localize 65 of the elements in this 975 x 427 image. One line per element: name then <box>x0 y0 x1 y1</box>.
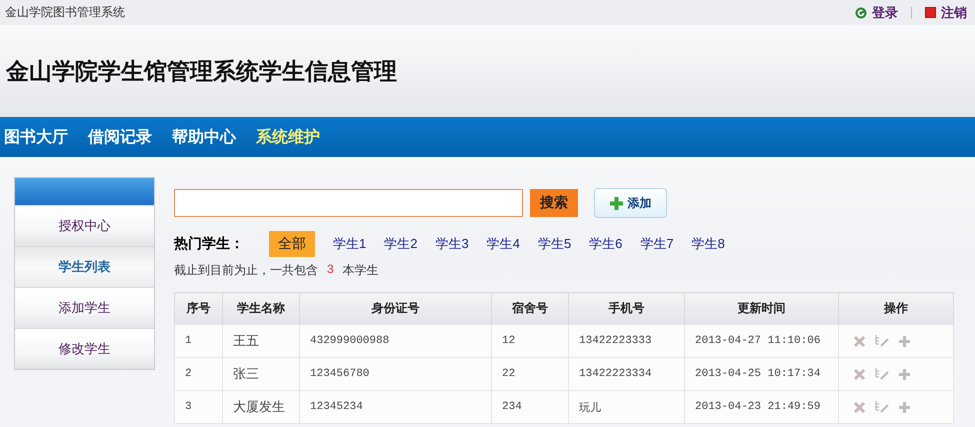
column-header: 更新时间 <box>684 292 838 324</box>
add-icon[interactable] <box>898 400 911 414</box>
edit-icon[interactable] <box>874 367 890 381</box>
plus-icon <box>610 196 622 210</box>
top-link[interactable]: 注销 <box>941 4 967 22</box>
column-header: 操作 <box>838 292 954 324</box>
delete-icon[interactable] <box>853 334 866 348</box>
stop-icon <box>925 7 936 18</box>
table-cell: 12345234 <box>300 390 492 424</box>
sidebar-item[interactable]: 添加学生 <box>15 287 154 328</box>
table-cell: 12 <box>492 324 568 358</box>
top-link[interactable]: 登录 <box>872 4 898 22</box>
add-icon[interactable] <box>898 334 911 348</box>
table-cell: 王五 <box>222 324 300 358</box>
filter-tag[interactable]: 学生3 <box>435 234 469 252</box>
column-header: 手机号 <box>568 292 684 324</box>
site-title: 金山学院图书管理系统 <box>5 4 125 21</box>
filter-tag[interactable]: 学生1 <box>333 234 366 252</box>
summary-text: 截止到目前为止，一共包含 <box>174 262 318 279</box>
delete-icon[interactable] <box>853 368 866 380</box>
table-cell: 2013-04-25 10:17:34 <box>684 358 838 390</box>
table-cell: 123456780 <box>300 358 492 390</box>
sidebar-item[interactable]: 授权中心 <box>15 205 154 246</box>
table-cell: 234 <box>492 390 568 424</box>
hot-label: 热门学生： <box>174 234 245 252</box>
edit-icon[interactable] <box>874 334 890 348</box>
table-cell: 玩儿 <box>568 390 684 424</box>
table-cell: 13422223333 <box>568 324 684 358</box>
table-cell: 3 <box>174 390 222 424</box>
summary-text: 本学生 <box>342 262 379 279</box>
table-cell: 1 <box>174 324 222 358</box>
table-cell: 22 <box>492 358 568 390</box>
nav-item[interactable]: 图书大厅 <box>4 126 68 148</box>
filter-tag[interactable]: 学生5 <box>538 234 572 252</box>
column-header: 学生名称 <box>222 292 300 324</box>
column-header: 身份证号 <box>300 292 492 324</box>
nav-item[interactable]: 系统维护 <box>256 126 320 148</box>
filter-tag[interactable]: 学生8 <box>692 234 725 252</box>
filter-tag[interactable]: 学生6 <box>589 234 622 252</box>
filter-tag[interactable]: 学生7 <box>640 234 674 252</box>
page-heading: 金山学院学生馆管理系统学生信息管理 <box>6 58 397 86</box>
search-button[interactable]: 搜索 <box>530 189 578 217</box>
table-cell: 2 <box>174 358 222 390</box>
filter-tag[interactable]: 学生4 <box>486 234 520 252</box>
delete-icon[interactable] <box>853 400 866 414</box>
table-cell: 张三 <box>222 358 300 390</box>
table-cell: 2013-04-23 21:49:59 <box>684 390 838 424</box>
nav-item[interactable]: 帮助中心 <box>172 126 236 148</box>
filter-tag[interactable]: 学生2 <box>384 234 418 252</box>
refresh-icon <box>855 6 867 18</box>
add-button[interactable]: 添加 <box>594 188 667 218</box>
column-header: 宿舍号 <box>492 292 568 324</box>
search-field[interactable] <box>174 189 523 217</box>
count: 3 <box>327 262 334 278</box>
table-cell: 13422223334 <box>568 358 684 390</box>
table-cell: 432999000988 <box>300 324 492 358</box>
column-header: 序号 <box>174 292 222 324</box>
sidebar-item[interactable]: 学生列表 <box>15 246 154 287</box>
add-icon[interactable] <box>898 368 911 380</box>
filter-tag[interactable]: 全部 <box>269 230 315 256</box>
sidebar-item[interactable]: 修改学生 <box>15 328 154 369</box>
edit-icon[interactable] <box>874 400 890 414</box>
table-cell: 2013-04-27 11:10:06 <box>684 324 838 358</box>
nav-item[interactable]: 借阅记录 <box>88 126 152 148</box>
table-cell: 大厦发生 <box>222 390 300 424</box>
